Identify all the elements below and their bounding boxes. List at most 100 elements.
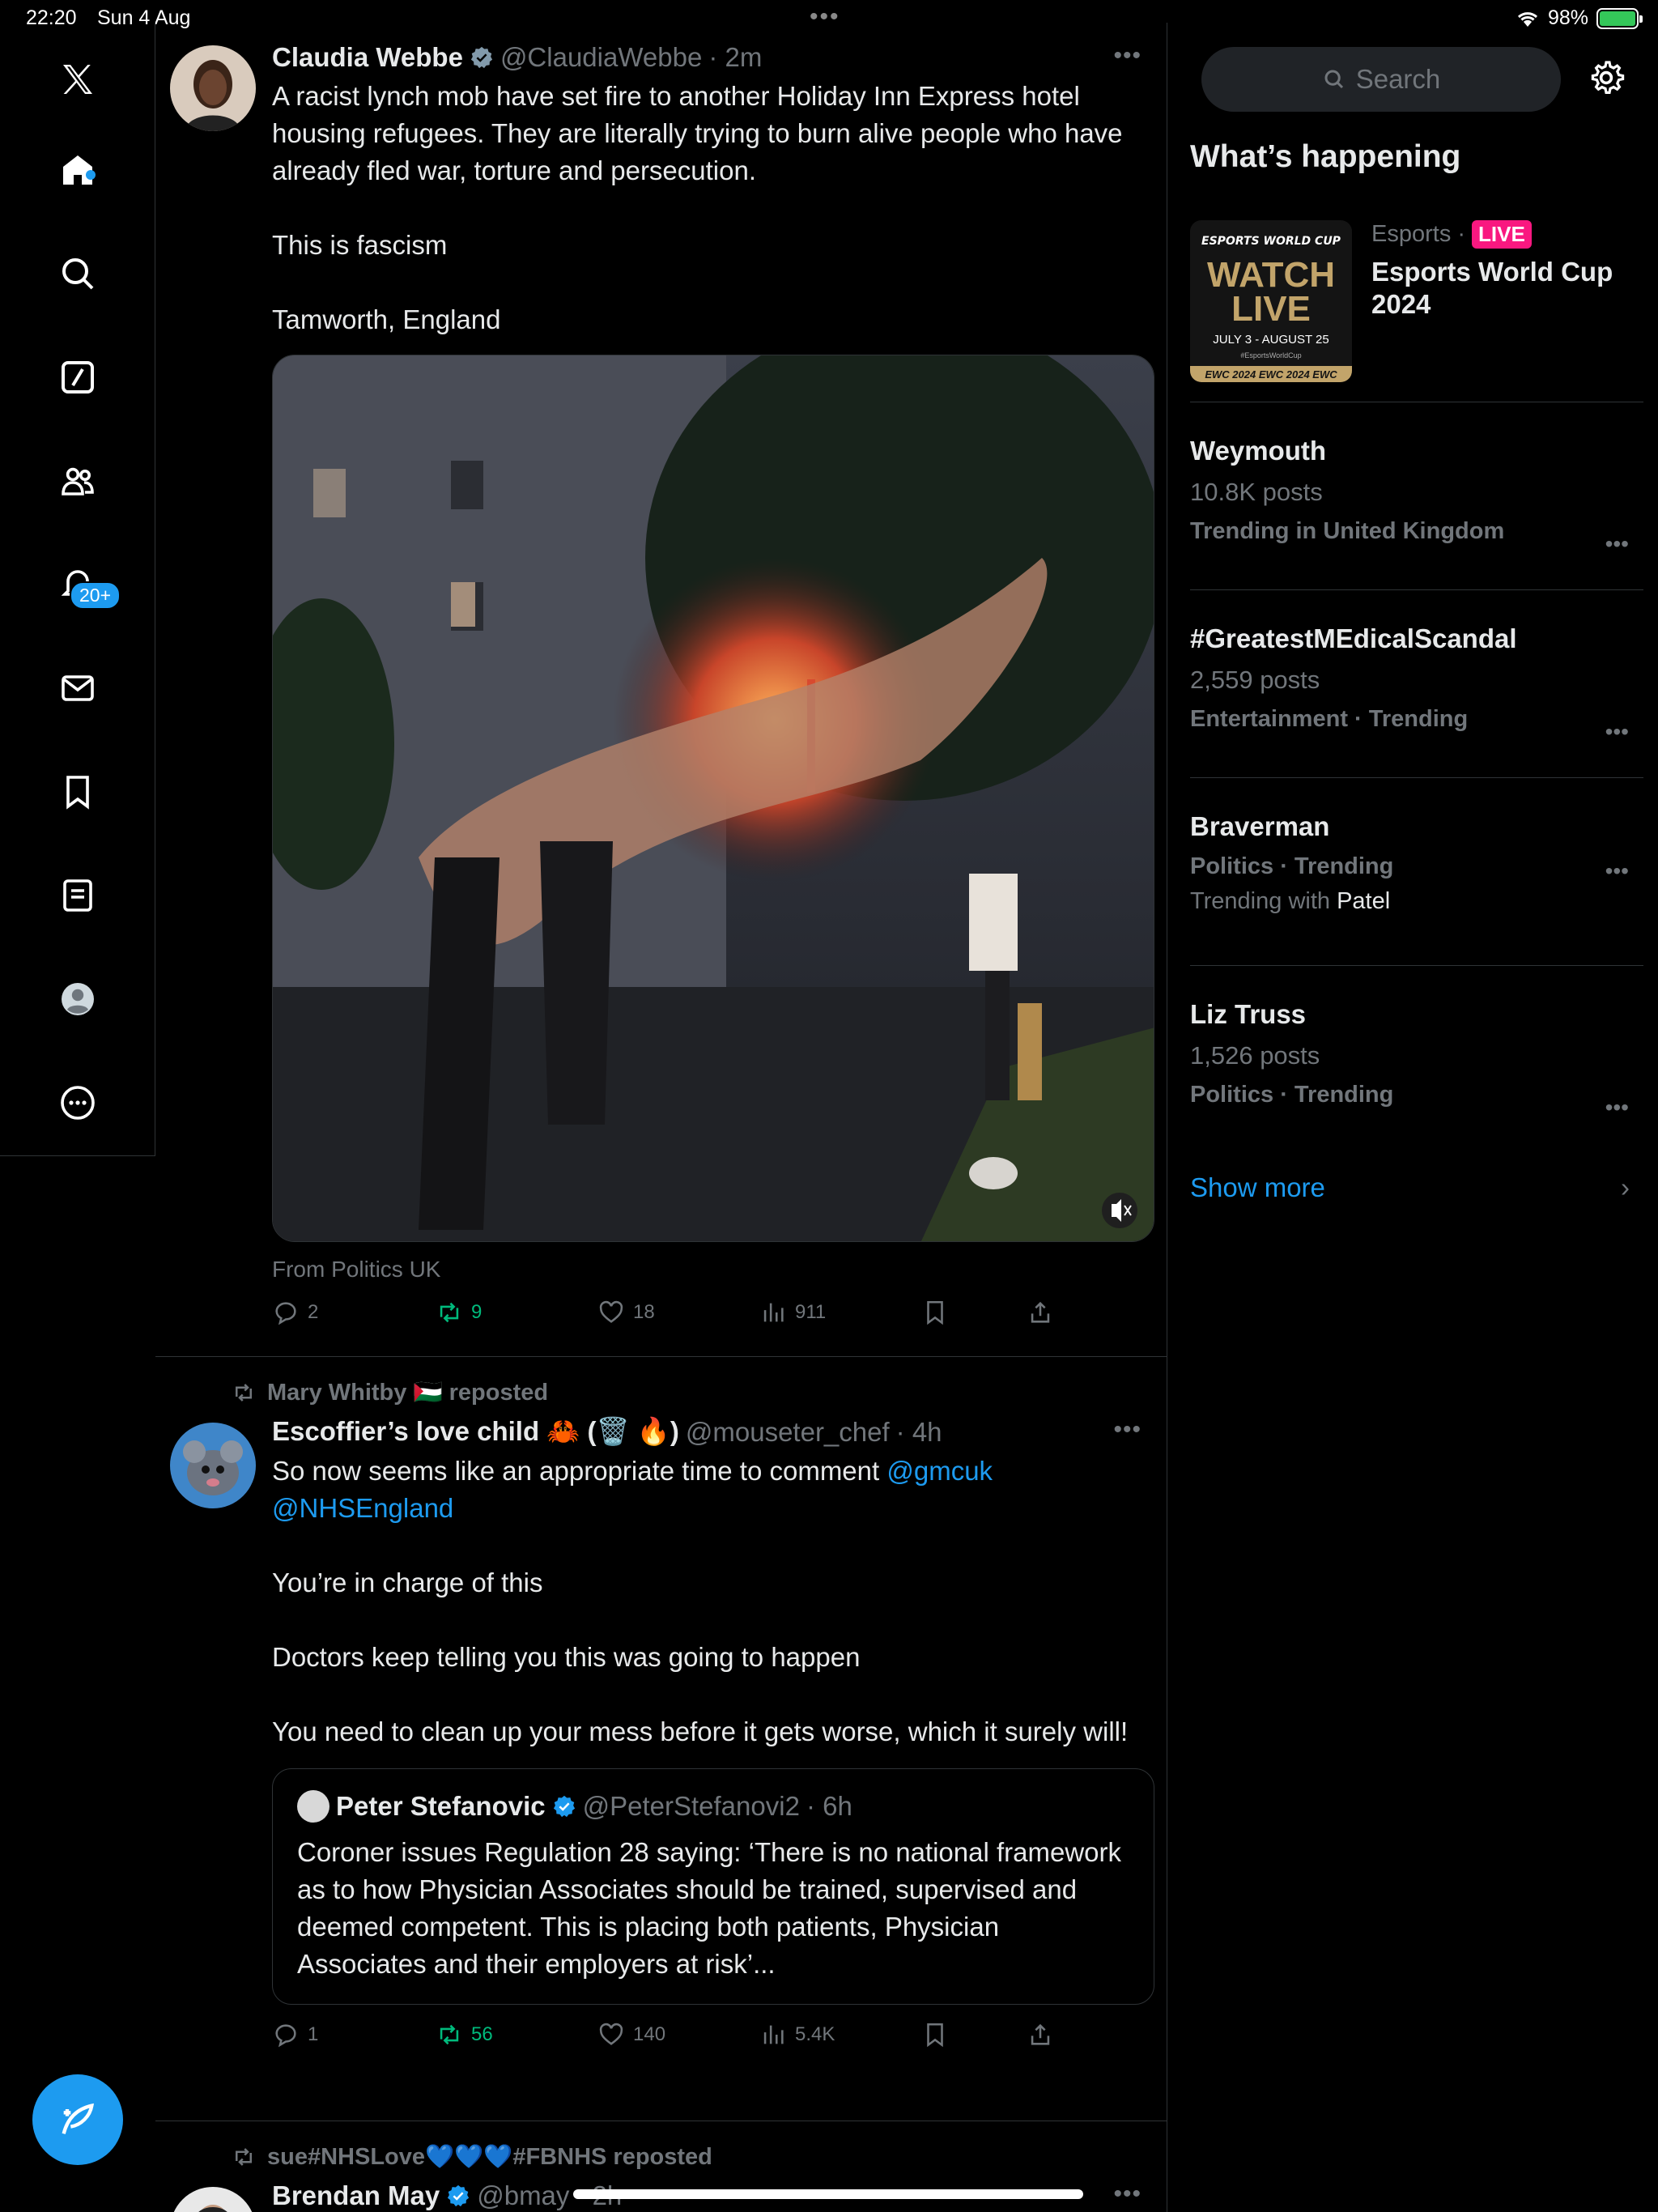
search-input[interactable]: Search	[1201, 47, 1561, 112]
notification-count-badge: 20+	[70, 581, 121, 610]
trend-esports[interactable]: ESPORTS WORLD CUP WATCH LIVE JULY 3 - AU…	[1190, 220, 1643, 382]
quote-header: Peter Stefanovic @PeterStefanovi2 · 6h	[297, 1790, 1129, 1823]
trend-item[interactable]: Weymouth 10.8K posts Trending in United …	[1190, 436, 1643, 556]
views-chart-icon	[763, 2025, 784, 2044]
avatar[interactable]	[170, 45, 256, 131]
like-count: 18	[633, 1301, 655, 1323]
messages-envelope-icon[interactable]	[53, 664, 102, 713]
tweet-actions: 2 9 18 911	[272, 1299, 1154, 1326]
reposted-by-label: Mary Whitby 🇵🇸 reposted	[267, 1380, 549, 1406]
mention-link[interactable]: @gmcuk	[886, 1456, 993, 1486]
trend-item[interactable]: Braverman Politics · Trending Trending w…	[1190, 811, 1643, 915]
esports-image-tag: #EsportsWorldCup	[1240, 351, 1301, 359]
x-logo-icon[interactable]	[53, 55, 102, 104]
views-button[interactable]: 911	[759, 1299, 921, 1326]
esports-image-live: LIVE	[1231, 289, 1311, 329]
nav-divider	[0, 1155, 155, 1156]
reply-button[interactable]: 2	[272, 1299, 436, 1326]
compose-post-button[interactable]	[32, 2074, 123, 2165]
bookmarks-icon[interactable]	[53, 768, 102, 816]
compose-feather-icon	[62, 2103, 95, 2134]
repost-button[interactable]: 56	[436, 2021, 597, 2048]
tweet-video[interactable]	[272, 355, 1154, 1242]
author-handle[interactable]: @mouseter_chef	[686, 1417, 890, 1448]
timeline[interactable]: Claudia Webbe @ClaudiaWebbe · 2m ••• A r…	[155, 23, 1167, 2212]
tweet-more-icon[interactable]: •••	[1113, 42, 1141, 70]
home-icon[interactable]	[53, 146, 102, 194]
author-name[interactable]: Escoffier’s love child 🦀 (🗑️ 🔥)	[272, 1416, 679, 1448]
author-handle[interactable]: @ClaudiaWebbe	[500, 42, 702, 73]
esports-image-dates: JULY 3 - AUGUST 25	[1213, 333, 1329, 347]
tweet-time: · 4h	[895, 1416, 942, 1447]
repost-count: 9	[471, 1301, 483, 1323]
reposted-by-label: sue#NHSLove💙💙💙#FBNHS reposted	[267, 2144, 712, 2170]
esports-image-brand: ESPORTS WORLD CUP	[1201, 235, 1341, 248]
mention-link[interactable]: @NHSEngland	[272, 1493, 453, 1523]
esports-meta: Esports · LIVE	[1371, 220, 1532, 249]
share-button[interactable]	[1027, 1299, 1054, 1326]
trending-with-label: Trending with	[1190, 888, 1337, 914]
esports-title: Esports World Cup 2024	[1371, 257, 1613, 319]
trend-name: #GreatestMEdicalScandal	[1190, 623, 1517, 653]
like-button[interactable]: 140	[597, 2021, 759, 2048]
home-unread-dot	[86, 170, 96, 180]
esports-thumbnail: ESPORTS WORLD CUP WATCH LIVE JULY 3 - AU…	[1190, 220, 1352, 382]
reply-button[interactable]: 1	[272, 2021, 436, 2048]
reposted-by[interactable]: sue#NHSLove💙💙💙#FBNHS reposted	[232, 2143, 712, 2171]
tweet[interactable]: Mary Whitby 🇵🇸 reposted Escoffier’s love…	[155, 1358, 1167, 2121]
tweet-more-icon[interactable]: •••	[1113, 1416, 1141, 1444]
grok-icon[interactable]	[53, 353, 102, 402]
author-name[interactable]: Claudia Webbe	[272, 42, 463, 73]
bookmark-button[interactable]	[921, 2021, 1027, 2048]
chevron-right-icon[interactable]: ›	[1621, 1172, 1630, 1203]
quote-text: Coroner issues Regulation 28 saying: ‘Th…	[297, 1837, 1122, 1979]
more-options-icon[interactable]	[53, 1078, 102, 1127]
whats-happening-heading: What’s happening	[1190, 139, 1461, 174]
trend-category: Trending in United Kingdom	[1190, 518, 1505, 544]
share-button[interactable]	[1027, 2021, 1054, 2048]
trend-item[interactable]: Liz Truss 1,526 posts Politics · Trendin…	[1190, 999, 1643, 1120]
lists-icon[interactable]	[53, 871, 102, 920]
trending-with-value[interactable]: Patel	[1337, 888, 1390, 914]
trend-name: Weymouth	[1190, 436, 1327, 466]
trend-more-icon[interactable]: •••	[1605, 858, 1629, 884]
trend-more-icon[interactable]: •••	[1605, 719, 1629, 745]
tweet-more-icon[interactable]: •••	[1113, 2180, 1141, 2208]
esports-category: Esports ·	[1371, 221, 1466, 247]
tweet[interactable]: Claudia Webbe @ClaudiaWebbe · 2m ••• A r…	[155, 23, 1167, 1357]
search-icon[interactable]	[53, 249, 102, 298]
share-icon	[1031, 2023, 1050, 2045]
home-indicator[interactable]	[573, 2189, 1083, 2199]
settings-gear-icon[interactable]	[1587, 58, 1626, 97]
author-name[interactable]: Brendan May	[272, 2180, 440, 2211]
like-count: 140	[633, 2023, 666, 2045]
trend-name: Braverman	[1190, 811, 1330, 841]
trend-more-icon[interactable]: •••	[1605, 531, 1629, 557]
profile-avatar-icon[interactable]	[53, 975, 102, 1023]
trend-item[interactable]: #GreatestMEdicalScandal 2,559 posts Ente…	[1190, 623, 1643, 744]
bookmark-icon	[927, 2023, 943, 2048]
avatar[interactable]	[170, 1423, 256, 1508]
reposted-by[interactable]: Mary Whitby 🇵🇸 reposted	[232, 1379, 548, 1406]
divider	[1190, 777, 1643, 778]
show-more-link[interactable]: Show more	[1190, 1172, 1325, 1203]
quoted-tweet[interactable]: Peter Stefanovic @PeterStefanovi2 · 6h C…	[272, 1768, 1154, 2005]
avatar[interactable]	[170, 2187, 256, 2212]
repost-button[interactable]: 9	[436, 1299, 597, 1326]
quote-author-name: Peter Stefanovic	[336, 1791, 546, 1821]
reply-icon	[275, 1302, 296, 1325]
tweet-text-part: So now seems like an appropriate time to…	[272, 1456, 887, 1486]
tweet-text: So now seems like an appropriate time to…	[272, 1453, 1154, 1750]
share-icon	[1031, 1301, 1050, 1323]
trend-more-icon[interactable]: •••	[1605, 1095, 1629, 1121]
author-handle[interactable]: @bmay	[477, 2180, 569, 2211]
trend-post-count: 10.8K posts	[1190, 478, 1323, 506]
like-button[interactable]: 18	[597, 1299, 759, 1326]
tweet-source[interactable]: From Politics UK	[272, 1257, 1154, 1283]
views-button[interactable]: 5.4K	[759, 2021, 921, 2048]
reply-icon	[275, 2024, 296, 2048]
trend-category: Politics · Trending	[1190, 853, 1394, 879]
communities-icon[interactable]	[53, 457, 102, 505]
quote-time: · 6h	[806, 1791, 852, 1821]
bookmark-button[interactable]	[921, 1299, 1027, 1326]
